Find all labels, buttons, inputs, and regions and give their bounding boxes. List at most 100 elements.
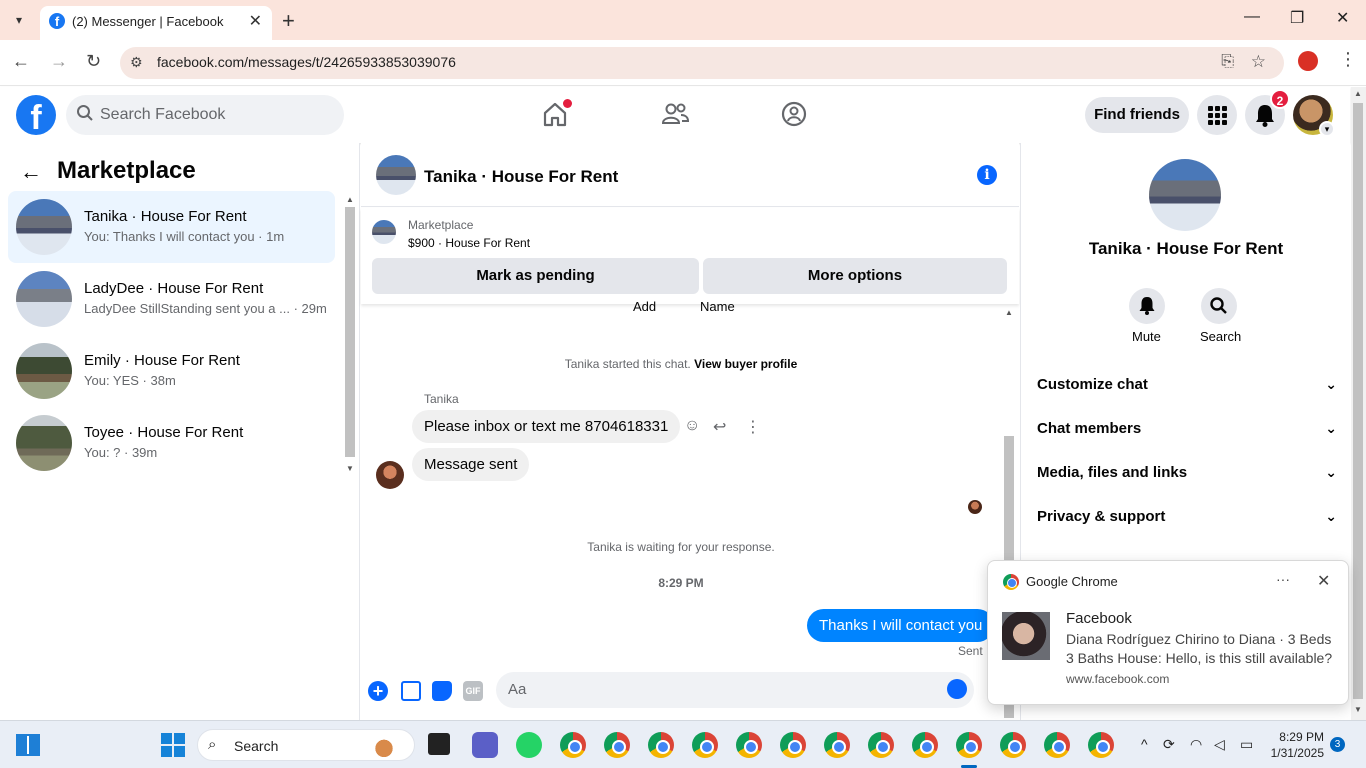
taskbar-clock[interactable]: 8:29 PM 1/31/2025	[1266, 729, 1324, 761]
conversation-item[interactable]: Toyee · House For Rent You: ? · 39m	[8, 407, 335, 479]
back-icon[interactable]: ←	[12, 51, 30, 72]
scroll-down-icon[interactable]: ▼	[1354, 705, 1362, 714]
mute-button[interactable]	[1129, 288, 1165, 324]
media-files-links-row[interactable]: Media, files and links ⌄	[1037, 464, 1337, 488]
taskbar-search-input[interactable]: ⌕ Search	[197, 729, 415, 761]
chrome-profile-icon[interactable]	[956, 732, 982, 758]
chrome-profile-icon[interactable]	[604, 732, 630, 758]
photo-icon[interactable]	[401, 681, 421, 701]
chrome-profile-icon[interactable]	[1298, 51, 1318, 71]
forward-icon[interactable]: →	[50, 51, 68, 72]
chrome-profile-icon[interactable]	[780, 732, 806, 758]
chrome-profile-icon[interactable]	[1088, 732, 1114, 758]
chrome-profile-icon[interactable]	[560, 732, 586, 758]
maximize-icon[interactable]: ❐	[1290, 8, 1304, 28]
widgets-icon[interactable]	[16, 734, 40, 756]
scroll-up-icon[interactable]: ▲	[1005, 308, 1013, 317]
notification-title: Facebook	[1066, 610, 1132, 627]
chat-title[interactable]: Tanika · House For Rent	[424, 167, 618, 187]
wifi-icon[interactable]: ◠	[1190, 736, 1202, 753]
new-tab-button[interactable]: +	[282, 8, 295, 34]
chat-members-row[interactable]: Chat members ⌄	[1037, 420, 1337, 444]
page-scrollbar[interactable]: ▲ ▼	[1351, 87, 1366, 720]
view-buyer-profile-link[interactable]: View buyer profile	[694, 357, 797, 371]
file-explorer-icon[interactable]	[428, 733, 450, 755]
account-chevron-icon[interactable]: ▾	[1319, 121, 1335, 137]
chrome-profile-icon[interactable]	[824, 732, 850, 758]
conversation-item[interactable]: LadyDee · House For Rent LadyDee StillSt…	[8, 263, 335, 335]
chrome-profile-icon[interactable]	[692, 732, 718, 758]
whatsapp-icon[interactable]	[516, 732, 542, 758]
search-in-chat-button[interactable]	[1201, 288, 1237, 324]
chrome-profile-icon[interactable]	[736, 732, 762, 758]
listing-thumbnail[interactable]	[372, 220, 396, 244]
chrome-profile-icon[interactable]	[1000, 732, 1026, 758]
tab-search-dropdown-icon[interactable]: ▾	[8, 9, 30, 31]
site-info-icon[interactable]: ⚙	[130, 54, 143, 71]
battery-icon[interactable]: ▭	[1240, 736, 1253, 753]
sticker-icon[interactable]	[432, 681, 452, 701]
chevron-down-icon: ⌄	[1325, 464, 1337, 480]
address-bar[interactable]: ⚙ facebook.com/messages/t/24265933853039…	[120, 47, 1284, 79]
teams-icon[interactable]	[472, 732, 498, 758]
facebook-logo-icon[interactable]: f	[16, 95, 56, 135]
find-friends-button[interactable]: Find friends	[1085, 97, 1189, 133]
reload-icon[interactable]: ↻	[86, 51, 101, 72]
chrome-profile-icon[interactable]	[912, 732, 938, 758]
show-hidden-icons-icon[interactable]: ^	[1141, 736, 1148, 752]
customize-chat-row[interactable]: Customize chat ⌄	[1037, 376, 1337, 400]
scrollbar-thumb[interactable]	[345, 207, 355, 457]
chrome-profile-icon[interactable]	[648, 732, 674, 758]
reply-icon[interactable]: ↩	[713, 417, 726, 437]
tab-close-icon[interactable]: ✕	[249, 11, 262, 31]
url-text[interactable]: facebook.com/messages/t/2426593385303907…	[157, 54, 456, 70]
minimize-icon[interactable]: —	[1244, 8, 1260, 26]
contact-avatar[interactable]	[1149, 159, 1221, 231]
sync-icon[interactable]: ⟳	[1163, 736, 1175, 753]
browser-tab[interactable]: f (2) Messenger | Facebook ✕	[40, 6, 272, 40]
incoming-message[interactable]: Message sent	[412, 448, 530, 481]
message-input[interactable]: Aa	[496, 672, 974, 708]
menu-grid-button[interactable]	[1197, 95, 1237, 135]
chrome-profile-icon[interactable]	[868, 732, 894, 758]
conversation-item[interactable]: Emily · House For Rent You: YES · 38m	[8, 335, 335, 407]
mark-as-pending-button[interactable]: Mark as pending	[372, 258, 699, 294]
notification-close-icon[interactable]: ✕	[1317, 571, 1330, 591]
chrome-profile-icon[interactable]	[1044, 732, 1070, 758]
window-close-icon[interactable]: ✕	[1336, 8, 1349, 28]
facebook-search-input[interactable]: Search Facebook	[66, 95, 344, 135]
groups-icon[interactable]	[779, 99, 809, 129]
scrollbar-thumb[interactable]	[1353, 103, 1363, 699]
chrome-notification[interactable]: Google Chrome ··· ✕ Facebook Diana Rodrí…	[987, 560, 1349, 705]
more-actions-icon[interactable]: ⋮	[745, 417, 761, 437]
conversation-avatar	[16, 199, 72, 255]
sender-avatar[interactable]	[376, 461, 404, 489]
install-app-icon[interactable]: ⎘	[1221, 53, 1234, 71]
incoming-message[interactable]: Please inbox or text me 8704618331	[412, 410, 681, 443]
gif-icon[interactable]: GIF	[463, 681, 483, 701]
conversation-list-scrollbar[interactable]: ▲ ▼	[343, 193, 357, 478]
outgoing-message[interactable]: Thanks I will contact you	[807, 609, 995, 642]
start-icon[interactable]	[161, 733, 185, 757]
listing-price-title[interactable]: $900 · House For Rent	[408, 236, 530, 250]
react-icon[interactable]: ☺	[684, 417, 700, 435]
volume-icon[interactable]: ◁	[1214, 736, 1225, 753]
scroll-down-icon[interactable]: ▼	[346, 464, 354, 473]
notification-site: www.facebook.com	[1066, 672, 1170, 686]
chat-avatar[interactable]	[376, 155, 416, 195]
back-arrow-icon[interactable]: ←	[20, 159, 42, 185]
info-icon[interactable]: i	[977, 165, 997, 185]
emoji-icon[interactable]	[947, 679, 967, 699]
more-options-button[interactable]: More options	[703, 258, 1007, 294]
scroll-up-icon[interactable]: ▲	[1354, 89, 1362, 98]
notification-center-badge[interactable]: 3	[1330, 737, 1345, 752]
plus-icon[interactable]: +	[368, 681, 388, 701]
scroll-up-icon[interactable]: ▲	[346, 195, 354, 204]
chrome-menu-icon[interactable]: ⋮	[1339, 49, 1357, 70]
friends-icon[interactable]	[660, 99, 690, 129]
notification-more-icon[interactable]: ···	[1276, 571, 1290, 587]
privacy-support-row[interactable]: Privacy & support ⌄	[1037, 508, 1337, 532]
chat-panel: Tanika · House For Rent i Marketplace $9…	[361, 143, 1019, 720]
conversation-item[interactable]: Tanika · House For Rent You: Thanks I wi…	[8, 191, 335, 263]
bookmark-star-icon[interactable]: ☆	[1251, 52, 1266, 72]
